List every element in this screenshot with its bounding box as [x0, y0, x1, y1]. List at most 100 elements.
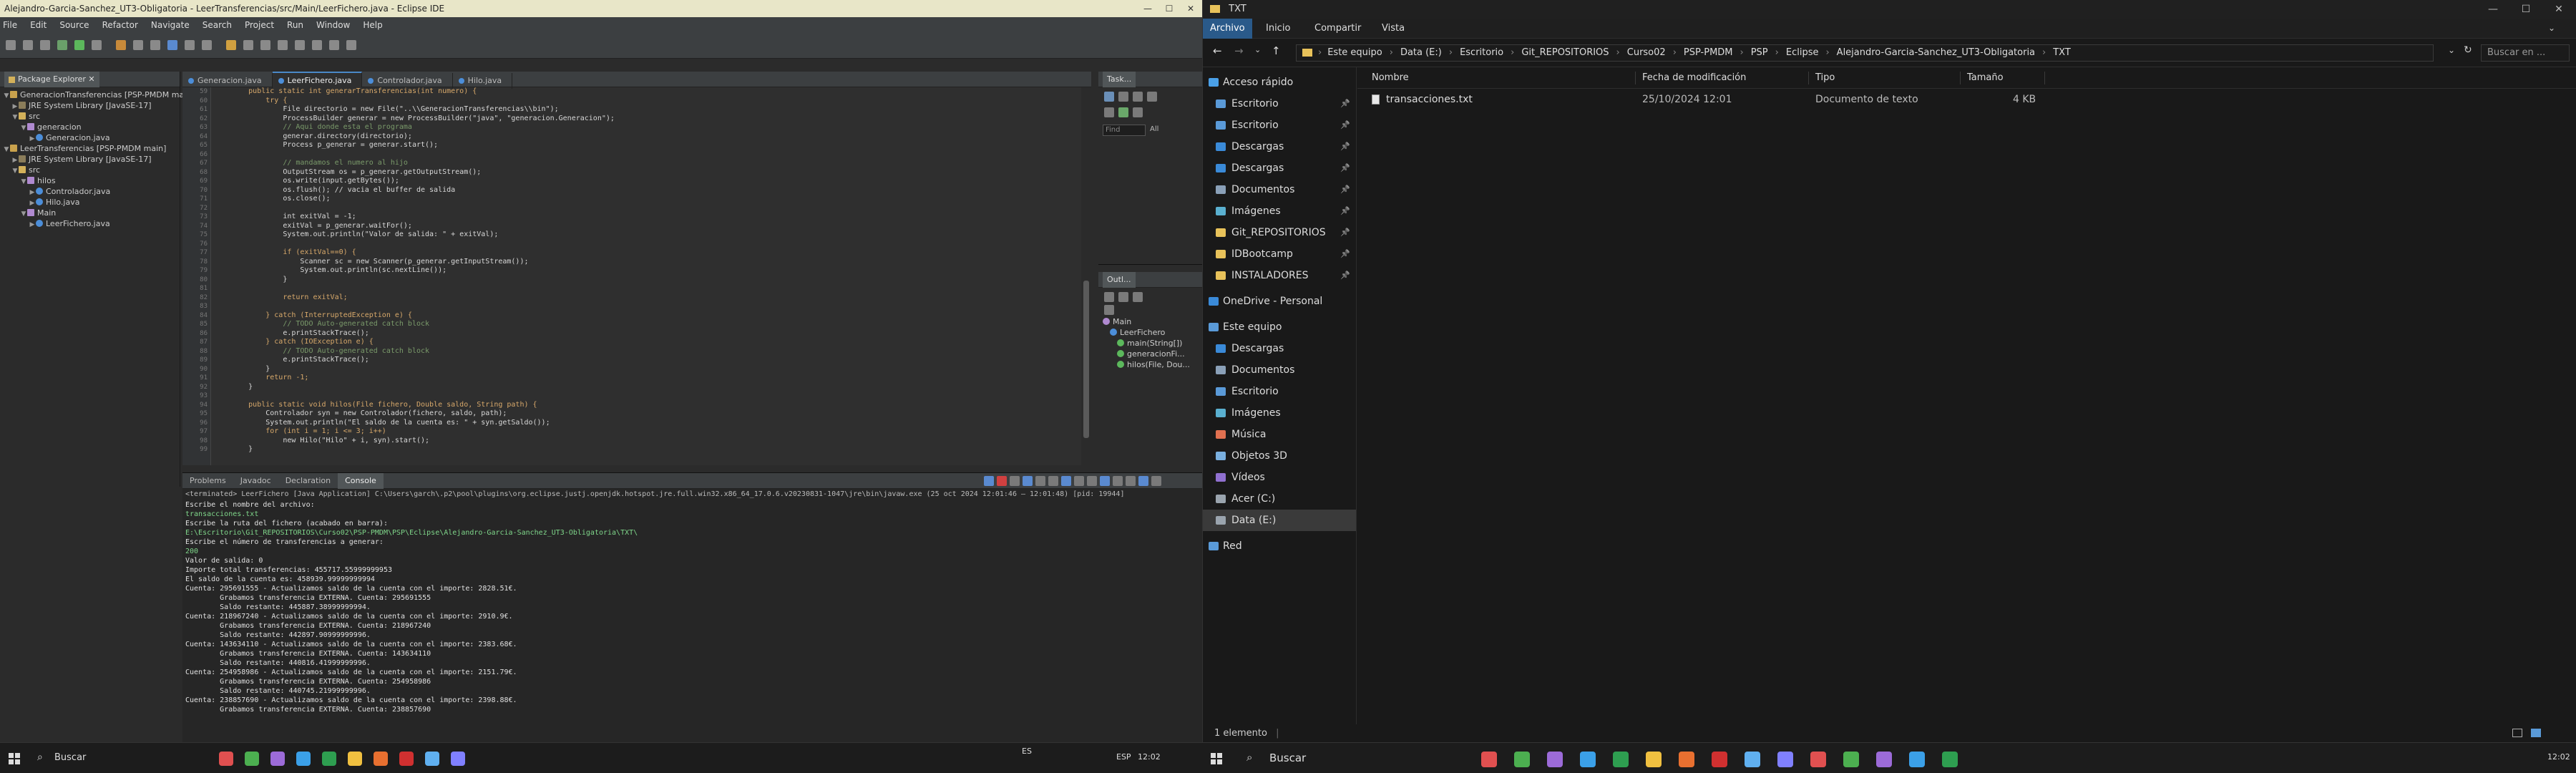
toolbar-button-icon[interactable]	[40, 40, 50, 50]
nav-item-objetos-3d[interactable]: Objetos 3D	[1203, 445, 1356, 467]
breadcrumb-item[interactable]: Alejandro-Garcia-Sanchez_UT3-Obligatoria	[1837, 47, 2035, 58]
taskbar-app-icon[interactable]	[451, 752, 465, 766]
address-breadcrumb[interactable]: › Este equipo › Data (E:) › Escritorio › Git_RE…	[1296, 44, 2434, 62]
task-list-tab[interactable]: Task...	[1103, 72, 1136, 87]
menu-item-navigate[interactable]: Navigate	[151, 20, 190, 30]
expand-ribbon-icon[interactable]: ⌄	[2548, 23, 2555, 33]
menu-item-file[interactable]: File	[3, 20, 17, 30]
taskbar-app-icon[interactable]	[1843, 752, 1859, 767]
nav-item-este-equipo[interactable]: Este equipo	[1203, 316, 1356, 338]
taskbar-app-icon[interactable]	[245, 752, 259, 766]
toolbar-button-icon[interactable]	[150, 40, 160, 50]
nav-item-v-deos[interactable]: Vídeos	[1203, 467, 1356, 488]
taskbar-search-right[interactable]: Buscar	[1269, 752, 1306, 764]
breadcrumb-item[interactable]: Este equipo	[1327, 47, 1382, 58]
column-divider[interactable]	[1960, 72, 1961, 84]
nav-item-escritorio[interactable]: Escritorio 📌	[1203, 115, 1356, 136]
breadcrumb-item[interactable]: Escritorio	[1460, 47, 1503, 58]
show-icon[interactable]	[1118, 107, 1128, 117]
toolbar-button-icon[interactable]	[185, 40, 195, 50]
minimize-icon[interactable]: —	[1138, 0, 1158, 17]
toolbar-button-icon[interactable]	[167, 40, 177, 50]
breadcrumb-item[interactable]: PSP-PMDM	[1684, 47, 1733, 58]
toolbar-button-icon[interactable]	[346, 40, 356, 50]
tree-item[interactable]: ▼ src	[0, 111, 180, 122]
toolbar-button-icon[interactable]	[243, 40, 253, 50]
column-header-2[interactable]: Tipo	[1815, 67, 1835, 89]
tree-item[interactable]: ▶ LeerFichero.java	[0, 218, 180, 229]
console-toolbar-icon[interactable]	[1100, 476, 1110, 486]
tree-item[interactable]: ▼ hilos	[0, 175, 180, 186]
toolbar-button-icon[interactable]	[226, 40, 236, 50]
chevron-down-icon[interactable]: ⌄	[2448, 45, 2455, 55]
menu-icon[interactable]	[1133, 107, 1143, 117]
ribbon-tab-compartir[interactable]: Compartir	[1307, 19, 1368, 39]
nav-item-instaladores[interactable]: INSTALADORES 📌	[1203, 265, 1356, 286]
taskbar-app-icon[interactable]	[1810, 752, 1826, 767]
taskbar-app-icon[interactable]	[270, 752, 285, 766]
breadcrumb-item[interactable]: Git_REPOSITORIOS	[1521, 47, 1609, 58]
console-toolbar-icon[interactable]	[1035, 476, 1045, 486]
taskbar-app-icon[interactable]	[1712, 752, 1727, 767]
recent-locations-icon[interactable]: ⌄	[1254, 45, 1261, 54]
editor-scroll-thumb[interactable]	[1083, 281, 1089, 438]
file-row[interactable]: transacciones.txt 25/10/2024 12:01 Documen…	[1357, 89, 2576, 110]
console-tab-javadoc[interactable]: Javadoc	[233, 473, 278, 489]
breadcrumb-item[interactable]: Curso02	[1627, 47, 1666, 58]
toolbar-button-icon[interactable]	[57, 40, 67, 50]
nav-item-data-e-[interactable]: Data (E:)	[1203, 510, 1356, 531]
large-icons-view-icon[interactable]	[2531, 729, 2541, 737]
nav-item-acer-c-[interactable]: Acer (C:)	[1203, 488, 1356, 510]
nav-item-red[interactable]: Red	[1203, 535, 1356, 557]
tree-item[interactable]: ▼ Main	[0, 208, 180, 218]
nav-item-descargas[interactable]: Descargas	[1203, 338, 1356, 359]
clock-left[interactable]: 12:02	[1138, 752, 1161, 762]
tree-item[interactable]: ▶ JRE System Library [JavaSE-17]	[0, 154, 180, 165]
menu-item-refactor[interactable]: Refactor	[102, 20, 138, 30]
console-toolbar-icon[interactable]	[1126, 476, 1136, 486]
toolbar-button-icon[interactable]	[6, 40, 16, 50]
taskbar-app-icon[interactable]	[1646, 752, 1662, 767]
tree-toggle-icon[interactable]: ▶	[29, 220, 36, 230]
clock-right[interactable]: 12:02	[2547, 752, 2570, 762]
taskbar-app-icon[interactable]	[1481, 752, 1497, 767]
menu-item-window[interactable]: Window	[316, 20, 350, 30]
windows-start-icon[interactable]	[1211, 753, 1222, 764]
taskbar-app-icon[interactable]	[1777, 752, 1793, 767]
toolbar-button-icon[interactable]	[23, 40, 33, 50]
taskbar-app-icon[interactable]	[1942, 752, 1958, 767]
new-task-icon[interactable]	[1104, 92, 1114, 102]
taskbar-app-icon[interactable]	[425, 752, 439, 766]
tree-item[interactable]: ▼ src	[0, 165, 180, 175]
console-tab-declaration[interactable]: Declaration	[278, 473, 338, 489]
nav-item-im-genes[interactable]: Imágenes	[1203, 402, 1356, 424]
editor-tab-generacion[interactable]: Generacion.java	[182, 73, 273, 89]
taskbar-app-icon[interactable]	[1613, 752, 1629, 767]
tree-item[interactable]: ▼ GeneracionTransferencias [PSP-PMDM main…	[0, 89, 195, 100]
column-divider[interactable]	[1635, 72, 1636, 84]
maximize-icon[interactable]: ☐	[2509, 0, 2542, 19]
toolbar-button-icon[interactable]	[295, 40, 305, 50]
console-tab-problems[interactable]: Problems	[182, 473, 233, 489]
menu-item-source[interactable]: Source	[59, 20, 89, 30]
console-tab-console[interactable]: Console	[338, 473, 384, 489]
toolbar-button-icon[interactable]	[202, 40, 212, 50]
ribbon-tab-archivo[interactable]: Archivo	[1203, 19, 1252, 39]
editor-tab-controlador[interactable]: Controlador.java	[362, 73, 453, 89]
toolbar-button-icon[interactable]	[92, 40, 102, 50]
column-divider[interactable]	[1808, 72, 1809, 84]
back-arrow-icon[interactable]: ←	[1213, 44, 1222, 57]
collapse-icon[interactable]	[1133, 92, 1143, 102]
nav-item-m-sica[interactable]: Música	[1203, 424, 1356, 445]
nav-item-acceso-r-pido[interactable]: Acceso rápido	[1203, 72, 1356, 93]
console-toolbar-icon[interactable]	[1074, 476, 1084, 486]
nav-item-im-genes[interactable]: Imágenes 📌	[1203, 200, 1356, 222]
tree-item[interactable]: ▶ JRE System Library [JavaSE-17]	[0, 100, 180, 111]
nav-item-escritorio[interactable]: Escritorio	[1203, 381, 1356, 402]
language-es[interactable]: ES	[1022, 747, 1032, 756]
taskbar-app-icon[interactable]	[1745, 752, 1760, 767]
editor-tab-leerfichero[interactable]: LeerFichero.java	[272, 72, 363, 87]
menu-item-edit[interactable]: Edit	[30, 20, 47, 30]
sort-icon[interactable]	[1104, 292, 1114, 302]
taskbar-app-icon[interactable]	[1580, 752, 1596, 767]
